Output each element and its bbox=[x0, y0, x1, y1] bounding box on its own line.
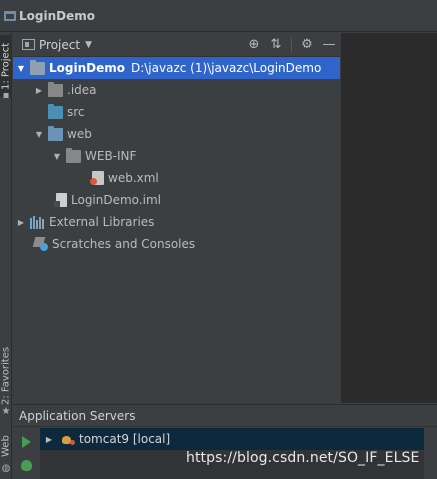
editor-area[interactable] bbox=[341, 33, 437, 403]
debug-bug-icon[interactable] bbox=[21, 460, 32, 471]
collapsed-arrow-icon[interactable]: ▶ bbox=[44, 435, 54, 444]
tree-item-label: External Libraries bbox=[49, 215, 155, 229]
watermark-text: https://blog.csdn.net/SO_IF_ELSE bbox=[186, 450, 420, 466]
title-bar: LoginDemo bbox=[0, 0, 437, 32]
tree-item-web-inf[interactable]: ▼ WEB-INF bbox=[13, 145, 340, 167]
gear-icon[interactable]: ⚙ bbox=[296, 35, 318, 55]
expanded-arrow-icon[interactable]: ▼ bbox=[34, 130, 44, 139]
tree-item-label: LoginDemo bbox=[49, 61, 125, 75]
run-play-icon[interactable] bbox=[22, 436, 31, 448]
tree-item-label: Scratches and Consoles bbox=[52, 237, 196, 251]
project-tool-tab-label: 1: Project bbox=[0, 42, 12, 90]
application-servers-panel: Application Servers ▶ tomcat9 [local] bbox=[13, 404, 437, 479]
tree-item-path: D:\javazc (1)\javazc\LoginDemo bbox=[130, 61, 322, 75]
folder-icon bbox=[66, 147, 81, 163]
project-tool-tab[interactable]: 1: Project bbox=[0, 35, 12, 97]
expanded-arrow-icon[interactable]: ▼ bbox=[52, 152, 62, 161]
tree-item-logindemo-iml[interactable]: LoginDemo.iml bbox=[13, 189, 340, 211]
toolbar-divider bbox=[291, 36, 292, 53]
project-view-icon bbox=[22, 39, 35, 50]
tree-item-label: LoginDemo.iml bbox=[71, 193, 161, 207]
project-panel-toolbar: ⊕ ⇅ ⚙ — bbox=[243, 35, 340, 55]
tree-item-logindemo[interactable]: ▼ LoginDemo D:\javazc (1)\javazc\LoginDe… bbox=[13, 57, 340, 79]
tree-item-label: web.xml bbox=[108, 171, 159, 185]
server-item-label: tomcat9 [local] bbox=[79, 432, 171, 446]
tree-item-label: src bbox=[67, 105, 85, 119]
hide-panel-icon[interactable]: — bbox=[318, 35, 340, 55]
folder-icon bbox=[48, 81, 63, 97]
tree-item-label: .idea bbox=[67, 83, 97, 97]
module-folder-icon bbox=[30, 59, 45, 75]
tree-item-web[interactable]: ▼ web bbox=[13, 123, 340, 145]
web-folder-icon bbox=[48, 125, 63, 141]
tree-item-external-libraries[interactable]: ▶ External Libraries bbox=[13, 211, 340, 233]
scratches-icon bbox=[34, 237, 48, 251]
collapse-all-icon[interactable]: ⇅ bbox=[265, 35, 287, 55]
project-view-selector[interactable]: Project bbox=[39, 38, 80, 52]
tree-item-idea[interactable]: ▶ .idea bbox=[13, 79, 340, 101]
favorites-star-icon: ★ bbox=[1, 406, 11, 417]
project-panel-header: Project ▼ ⊕ ⇅ ⚙ — bbox=[13, 33, 340, 57]
chevron-down-icon[interactable]: ▼ bbox=[85, 40, 92, 50]
web-tool-tab[interactable]: Web bbox=[0, 431, 12, 461]
project-tool-icon: ▪ bbox=[2, 90, 10, 101]
window-title: LoginDemo bbox=[19, 8, 95, 23]
project-tree: ▼ LoginDemo D:\javazc (1)\javazc\LoginDe… bbox=[13, 57, 340, 255]
project-panel: Project ▼ ⊕ ⇅ ⚙ — ▼ LoginDemo D:\javazc … bbox=[13, 33, 340, 403]
servers-toolbar bbox=[13, 428, 39, 479]
web-globe-icon: ◍ bbox=[1, 463, 11, 474]
collapsed-arrow-icon[interactable]: ▶ bbox=[16, 218, 26, 227]
tree-item-scratches[interactable]: Scratches and Consoles bbox=[13, 233, 340, 255]
server-item-tomcat9[interactable]: ▶ tomcat9 [local] bbox=[40, 428, 424, 450]
expanded-arrow-icon[interactable]: ▼ bbox=[16, 64, 26, 73]
project-window-icon bbox=[4, 10, 16, 21]
tree-item-web-xml[interactable]: web.xml bbox=[13, 167, 340, 189]
left-tool-strip: 1: Project ▪ 2: Favorites ★ Web ◍ bbox=[0, 33, 12, 479]
tree-item-label: WEB-INF bbox=[85, 149, 137, 163]
xml-file-icon bbox=[90, 171, 104, 185]
iml-file-icon bbox=[54, 193, 67, 207]
web-tool-tab-label: Web bbox=[0, 435, 12, 457]
tree-item-src[interactable]: src bbox=[13, 101, 340, 123]
tree-item-label: web bbox=[67, 127, 92, 141]
locate-crosshair-icon[interactable]: ⊕ bbox=[243, 35, 265, 55]
libraries-icon bbox=[30, 215, 45, 229]
source-folder-icon bbox=[48, 103, 63, 119]
favorites-tool-tab[interactable]: 2: Favorites bbox=[0, 341, 12, 411]
tomcat-icon bbox=[62, 434, 75, 445]
favorites-tool-tab-label: 2: Favorites bbox=[0, 346, 12, 406]
collapsed-arrow-icon[interactable]: ▶ bbox=[34, 86, 44, 95]
application-servers-title: Application Servers bbox=[13, 405, 437, 427]
